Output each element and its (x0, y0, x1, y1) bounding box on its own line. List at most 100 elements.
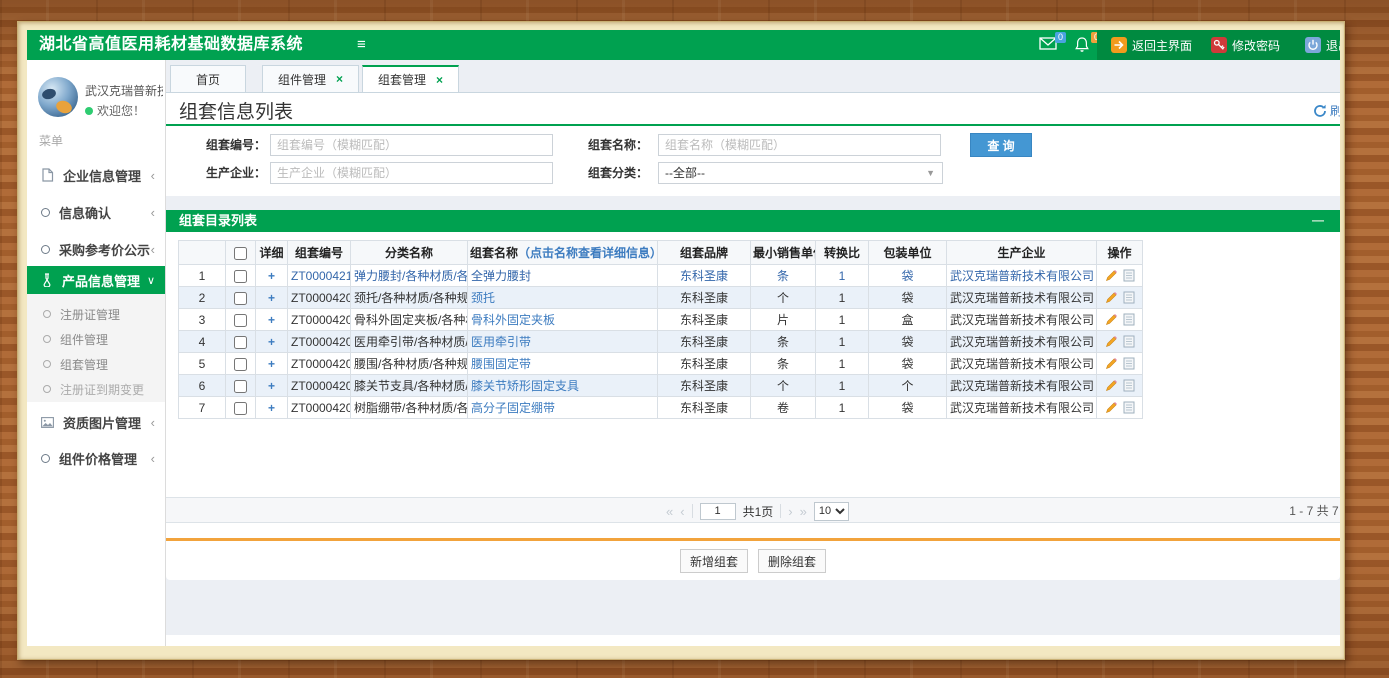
table-row: 5 + ZT00004206 腰围/各种材质/各种规格 腰围固定带 东科圣康 条… (179, 353, 1143, 375)
page-size-select[interactable]: 10 (814, 502, 849, 521)
next-page-icon[interactable]: › (788, 504, 792, 519)
view-doc-icon[interactable] (1123, 291, 1135, 304)
cell-rownum: 1 (179, 265, 226, 287)
edit-pencil-icon[interactable] (1105, 313, 1118, 326)
sidebar-item-purchase-reference-price[interactable]: 采购参考价公示 ‹ (27, 236, 165, 262)
table-panel-title: 组套目录列表 (179, 210, 257, 232)
logout-button[interactable]: 退出 (1305, 30, 1340, 60)
cell-detail[interactable]: + (256, 287, 288, 309)
row-checkbox[interactable] (234, 314, 247, 327)
tab-home[interactable]: 首页 (170, 65, 246, 92)
cell-detail[interactable]: + (256, 331, 288, 353)
cell-detail[interactable]: + (256, 375, 288, 397)
table-row: 1 + ZT00004210 弹力腰封/各种材质/各种规格 全弹力腰封 东科圣康… (179, 265, 1143, 287)
delete-kit-button[interactable]: 删除组套 (758, 549, 826, 573)
cell-code: ZT00004205 (288, 375, 351, 397)
row-checkbox[interactable] (234, 380, 247, 393)
product-info-submenu: 注册证管理 组件管理 组套管理 注册证到期变更 (27, 294, 165, 402)
cell-rownum: 5 (179, 353, 226, 375)
cell-brand: 东科圣康 (658, 375, 751, 397)
view-doc-icon[interactable] (1123, 313, 1135, 326)
cell-detail[interactable]: + (256, 397, 288, 419)
return-main-button[interactable]: 返回主界面 (1111, 30, 1192, 60)
page-title: 组套信息列表 (179, 97, 293, 124)
pager-divider (692, 504, 693, 518)
first-page-icon[interactable]: « (666, 504, 673, 519)
manufacturer-input[interactable] (270, 162, 553, 184)
view-doc-icon[interactable] (1123, 379, 1135, 392)
row-checkbox[interactable] (234, 358, 247, 371)
submenu-item-registration-cert[interactable]: 注册证管理 (27, 302, 165, 326)
change-password-button[interactable]: 修改密码 (1211, 30, 1280, 60)
last-page-icon[interactable]: » (800, 504, 807, 519)
kit-name-input[interactable] (658, 134, 941, 156)
row-checkbox[interactable] (234, 270, 247, 283)
view-doc-icon[interactable] (1123, 335, 1135, 348)
row-checkbox[interactable] (234, 402, 247, 415)
cell-name[interactable]: 颈托 (468, 287, 658, 309)
mail-icon[interactable]: 0 (1039, 37, 1059, 53)
cell-checkbox (226, 287, 256, 309)
cell-name[interactable]: 腰围固定带 (468, 353, 658, 375)
view-doc-icon[interactable] (1123, 269, 1135, 282)
circle-icon (41, 245, 50, 254)
row-checkbox[interactable] (234, 292, 247, 305)
cell-name[interactable]: 膝关节矫形固定支具 (468, 375, 658, 397)
bell-icon[interactable]: 0 (1075, 37, 1095, 53)
edit-pencil-icon[interactable] (1105, 401, 1118, 414)
cell-detail[interactable]: + (256, 309, 288, 331)
table-header-row: 详细 组套编号 分类名称 组套名称（点击名称查看详细信息） 组套品牌 最小销售单… (179, 241, 1143, 265)
hamburger-menu-icon[interactable]: ≡ (357, 30, 366, 60)
edit-pencil-icon[interactable] (1105, 335, 1118, 348)
chevron-left-icon: ‹ (151, 415, 155, 430)
sidebar-item-component-price[interactable]: 组件价格管理 ‹ (27, 445, 165, 471)
edit-pencil-icon[interactable] (1105, 291, 1118, 304)
view-doc-icon[interactable] (1123, 401, 1135, 414)
cell-ops (1097, 331, 1143, 353)
tab-component-mgmt[interactable]: 组件管理 × (262, 65, 359, 92)
kit-code-input[interactable] (270, 134, 553, 156)
sidebar-item-info-confirm[interactable]: 信息确认 ‹ (27, 199, 165, 225)
cell-name[interactable]: 医用牵引带 (468, 331, 658, 353)
header-code: 组套编号 (288, 241, 351, 265)
prev-page-icon[interactable]: ‹ (680, 504, 684, 519)
avatar (38, 77, 78, 117)
cell-company: 武汉克瑞普新技术有限公司 (947, 353, 1097, 375)
kit-category-select[interactable]: --全部-- ▼ (658, 162, 943, 184)
edit-pencil-icon[interactable] (1105, 269, 1118, 282)
section-gap (166, 196, 1340, 210)
cell-name[interactable]: 全弹力腰封 (468, 265, 658, 287)
add-kit-button[interactable]: 新增组套 (680, 549, 748, 573)
header-ops: 操作 (1097, 241, 1143, 265)
search-button[interactable]: 查 询 (970, 133, 1032, 157)
collapse-icon[interactable]: — (1312, 210, 1324, 230)
select-all-checkbox[interactable] (234, 247, 247, 260)
cell-rownum: 2 (179, 287, 226, 309)
chevron-left-icon: ‹ (151, 242, 155, 257)
row-checkbox[interactable] (234, 336, 247, 349)
close-icon[interactable]: × (436, 73, 443, 87)
online-status-dot (85, 107, 93, 115)
sidebar-item-product-info-active[interactable]: 产品信息管理 ∨ (27, 266, 165, 294)
cell-code: ZT00004208 (288, 309, 351, 331)
cell-pack: 袋 (869, 331, 947, 353)
tab-kit-mgmt-active[interactable]: 组套管理 × (362, 65, 459, 92)
cell-name[interactable]: 骨科外固定夹板 (468, 309, 658, 331)
refresh-button[interactable]: 刷新 (1313, 102, 1340, 119)
submenu-item-kit-mgmt[interactable]: 组套管理 (27, 352, 165, 376)
table-row: 4 + ZT00004207 医用牵引带/各种材质/各种 医用牵引带 东科圣康 … (179, 331, 1143, 353)
cell-ratio: 1 (816, 265, 869, 287)
submenu-item-component-mgmt[interactable]: 组件管理 (27, 327, 165, 351)
view-doc-icon[interactable] (1123, 357, 1135, 370)
cell-detail[interactable]: + (256, 265, 288, 287)
file-icon (41, 168, 54, 182)
cell-name[interactable]: 高分子固定绷带 (468, 397, 658, 419)
sidebar-item-qualification-images[interactable]: 资质图片管理 ‹ (27, 409, 165, 435)
edit-pencil-icon[interactable] (1105, 379, 1118, 392)
edit-pencil-icon[interactable] (1105, 357, 1118, 370)
sidebar-item-enterprise-info[interactable]: 企业信息管理 ‹ (27, 162, 165, 188)
cell-detail[interactable]: + (256, 353, 288, 375)
close-icon[interactable]: × (336, 72, 343, 86)
submenu-item-cert-expiry-change[interactable]: 注册证到期变更 (27, 377, 165, 401)
page-number-input[interactable] (700, 503, 736, 520)
